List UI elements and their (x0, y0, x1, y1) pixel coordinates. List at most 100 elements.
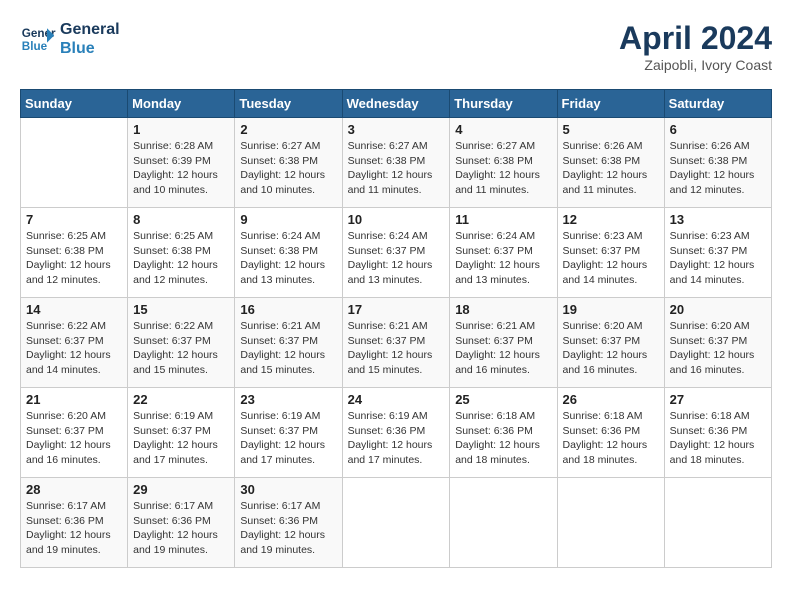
calendar-cell: 2 Sunrise: 6:27 AM Sunset: 6:38 PM Daylig… (235, 118, 342, 208)
title-block: April 2024 Zaipobli, Ivory Coast (619, 20, 772, 73)
calendar-cell: 19 Sunrise: 6:20 AM Sunset: 6:37 PM Dayli… (557, 298, 664, 388)
day-number: 27 (670, 392, 766, 407)
day-number: 2 (240, 122, 336, 137)
day-number: 17 (348, 302, 445, 317)
day-info: Sunrise: 6:27 AM Sunset: 6:38 PM Dayligh… (455, 139, 551, 198)
day-info: Sunrise: 6:26 AM Sunset: 6:38 PM Dayligh… (670, 139, 766, 198)
day-number: 3 (348, 122, 445, 137)
calendar-week-row: 14 Sunrise: 6:22 AM Sunset: 6:37 PM Dayli… (21, 298, 772, 388)
day-info: Sunrise: 6:24 AM Sunset: 6:38 PM Dayligh… (240, 229, 336, 288)
weekday-header: Wednesday (342, 90, 450, 118)
day-number: 12 (563, 212, 659, 227)
day-info: Sunrise: 6:20 AM Sunset: 6:37 PM Dayligh… (563, 319, 659, 378)
calendar-cell: 28 Sunrise: 6:17 AM Sunset: 6:36 PM Dayli… (21, 478, 128, 568)
calendar-cell (664, 478, 771, 568)
page-header: General Blue General Blue April 2024 Zai… (20, 20, 772, 73)
day-number: 11 (455, 212, 551, 227)
day-number: 4 (455, 122, 551, 137)
day-number: 22 (133, 392, 229, 407)
calendar-cell (21, 118, 128, 208)
day-info: Sunrise: 6:18 AM Sunset: 6:36 PM Dayligh… (563, 409, 659, 468)
day-number: 26 (563, 392, 659, 407)
day-info: Sunrise: 6:25 AM Sunset: 6:38 PM Dayligh… (133, 229, 229, 288)
day-number: 6 (670, 122, 766, 137)
calendar-cell: 24 Sunrise: 6:19 AM Sunset: 6:36 PM Dayli… (342, 388, 450, 478)
day-info: Sunrise: 6:19 AM Sunset: 6:37 PM Dayligh… (240, 409, 336, 468)
day-info: Sunrise: 6:24 AM Sunset: 6:37 PM Dayligh… (455, 229, 551, 288)
weekday-header-row: SundayMondayTuesdayWednesdayThursdayFrid… (21, 90, 772, 118)
calendar-cell: 5Sunrise: 6:26 AM Sunset: 6:38 PM Daylig… (557, 118, 664, 208)
calendar-cell (450, 478, 557, 568)
calendar-cell: 22 Sunrise: 6:19 AM Sunset: 6:37 PM Dayli… (128, 388, 235, 478)
day-info: Sunrise: 6:23 AM Sunset: 6:37 PM Dayligh… (563, 229, 659, 288)
calendar-cell: 17 Sunrise: 6:21 AM Sunset: 6:37 PM Dayli… (342, 298, 450, 388)
calendar-cell: 4 Sunrise: 6:27 AM Sunset: 6:38 PM Daylig… (450, 118, 557, 208)
day-info: Sunrise: 6:27 AM Sunset: 6:38 PM Dayligh… (348, 139, 445, 198)
calendar-cell: 23 Sunrise: 6:19 AM Sunset: 6:37 PM Dayli… (235, 388, 342, 478)
day-number: 18 (455, 302, 551, 317)
day-number: 21 (26, 392, 122, 407)
calendar-cell: 13 Sunrise: 6:23 AM Sunset: 6:37 PM Dayli… (664, 208, 771, 298)
day-number: 7 (26, 212, 122, 227)
day-info: Sunrise: 6:23 AM Sunset: 6:37 PM Dayligh… (670, 229, 766, 288)
calendar-cell: 1 Sunrise: 6:28 AM Sunset: 6:39 PM Daylig… (128, 118, 235, 208)
weekday-header: Tuesday (235, 90, 342, 118)
logo: General Blue General Blue (20, 20, 120, 58)
calendar-cell: 26 Sunrise: 6:18 AM Sunset: 6:36 PM Dayli… (557, 388, 664, 478)
day-number: 8 (133, 212, 229, 227)
day-info: Sunrise: 6:24 AM Sunset: 6:37 PM Dayligh… (348, 229, 445, 288)
day-info: Sunrise: 6:22 AM Sunset: 6:37 PM Dayligh… (26, 319, 122, 378)
calendar-cell: 16Sunrise: 6:21 AM Sunset: 6:37 PM Dayli… (235, 298, 342, 388)
logo-icon: General Blue (20, 21, 56, 57)
weekday-header: Saturday (664, 90, 771, 118)
calendar-cell: 12 Sunrise: 6:23 AM Sunset: 6:37 PM Dayli… (557, 208, 664, 298)
calendar-cell: 8 Sunrise: 6:25 AM Sunset: 6:38 PM Daylig… (128, 208, 235, 298)
day-info: Sunrise: 6:21 AM Sunset: 6:37 PM Dayligh… (348, 319, 445, 378)
day-number: 15 (133, 302, 229, 317)
day-info: Sunrise: 6:19 AM Sunset: 6:37 PM Dayligh… (133, 409, 229, 468)
day-number: 13 (670, 212, 766, 227)
day-number: 28 (26, 482, 122, 497)
svg-text:Blue: Blue (22, 40, 48, 53)
day-number: 24 (348, 392, 445, 407)
day-info: Sunrise: 6:18 AM Sunset: 6:36 PM Dayligh… (670, 409, 766, 468)
weekday-header: Monday (128, 90, 235, 118)
calendar-cell: 10Sunrise: 6:24 AM Sunset: 6:37 PM Dayli… (342, 208, 450, 298)
day-number: 23 (240, 392, 336, 407)
day-number: 29 (133, 482, 229, 497)
day-info: Sunrise: 6:27 AM Sunset: 6:38 PM Dayligh… (240, 139, 336, 198)
calendar-week-row: 1 Sunrise: 6:28 AM Sunset: 6:39 PM Daylig… (21, 118, 772, 208)
logo-blue: Blue (60, 39, 120, 58)
day-info: Sunrise: 6:17 AM Sunset: 6:36 PM Dayligh… (26, 499, 122, 558)
day-number: 1 (133, 122, 229, 137)
day-number: 14 (26, 302, 122, 317)
day-info: Sunrise: 6:22 AM Sunset: 6:37 PM Dayligh… (133, 319, 229, 378)
calendar-cell: 21Sunrise: 6:20 AM Sunset: 6:37 PM Dayli… (21, 388, 128, 478)
weekday-header: Sunday (21, 90, 128, 118)
calendar-cell: 9Sunrise: 6:24 AM Sunset: 6:38 PM Daylig… (235, 208, 342, 298)
day-number: 25 (455, 392, 551, 407)
calendar-week-row: 21Sunrise: 6:20 AM Sunset: 6:37 PM Dayli… (21, 388, 772, 478)
calendar-week-row: 7 Sunrise: 6:25 AM Sunset: 6:38 PM Daylig… (21, 208, 772, 298)
month-title: April 2024 (619, 20, 772, 57)
calendar-cell: 15 Sunrise: 6:22 AM Sunset: 6:37 PM Dayli… (128, 298, 235, 388)
day-number: 5 (563, 122, 659, 137)
calendar-cell (342, 478, 450, 568)
calendar-cell (557, 478, 664, 568)
day-number: 19 (563, 302, 659, 317)
day-info: Sunrise: 6:28 AM Sunset: 6:39 PM Dayligh… (133, 139, 229, 198)
day-info: Sunrise: 6:21 AM Sunset: 6:37 PM Dayligh… (455, 319, 551, 378)
day-info: Sunrise: 6:19 AM Sunset: 6:36 PM Dayligh… (348, 409, 445, 468)
calendar-cell: 6 Sunrise: 6:26 AM Sunset: 6:38 PM Daylig… (664, 118, 771, 208)
day-info: Sunrise: 6:17 AM Sunset: 6:36 PM Dayligh… (133, 499, 229, 558)
weekday-header: Thursday (450, 90, 557, 118)
day-number: 20 (670, 302, 766, 317)
weekday-header: Friday (557, 90, 664, 118)
calendar-cell: 29 Sunrise: 6:17 AM Sunset: 6:36 PM Dayli… (128, 478, 235, 568)
calendar-table: SundayMondayTuesdayWednesdayThursdayFrid… (20, 89, 772, 568)
day-info: Sunrise: 6:20 AM Sunset: 6:37 PM Dayligh… (670, 319, 766, 378)
day-info: Sunrise: 6:25 AM Sunset: 6:38 PM Dayligh… (26, 229, 122, 288)
day-number: 16 (240, 302, 336, 317)
calendar-cell: 27 Sunrise: 6:18 AM Sunset: 6:36 PM Dayli… (664, 388, 771, 478)
calendar-cell: 7 Sunrise: 6:25 AM Sunset: 6:38 PM Daylig… (21, 208, 128, 298)
